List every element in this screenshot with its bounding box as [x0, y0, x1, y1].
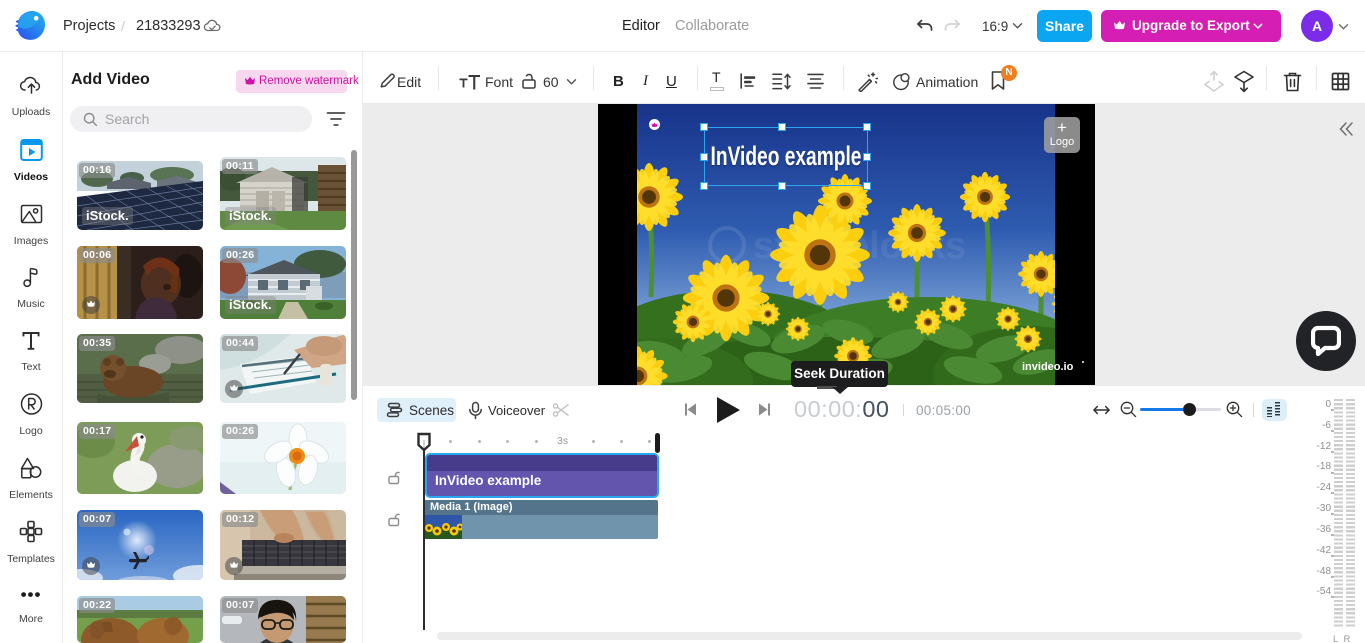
svg-text:invideo.io: invideo.io [1022, 361, 1074, 373]
